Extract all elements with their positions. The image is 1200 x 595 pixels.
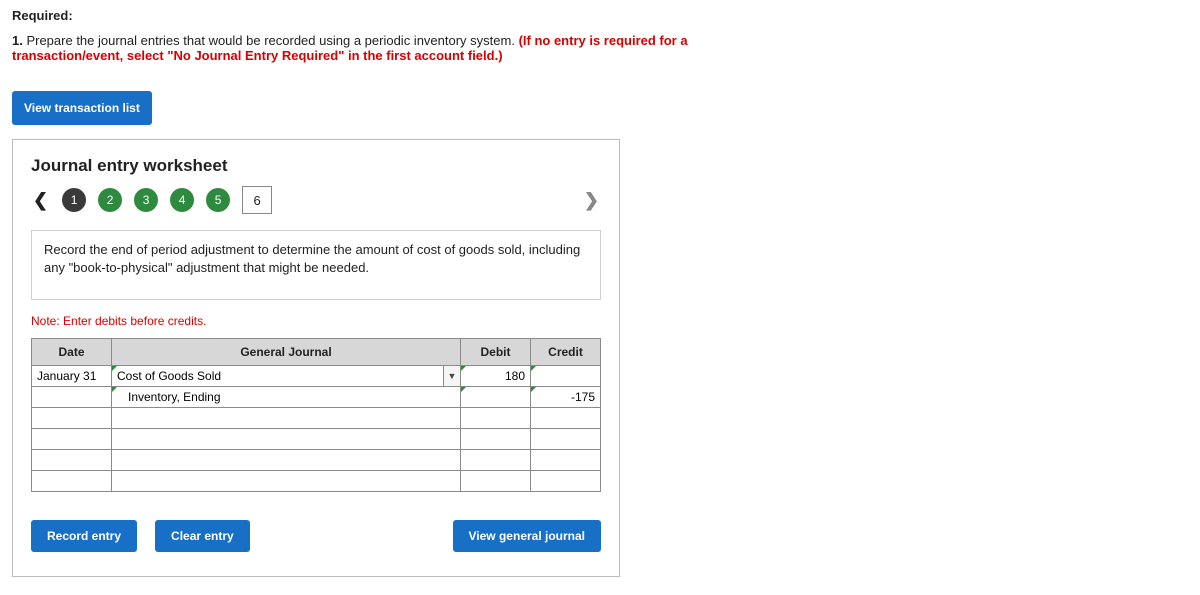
account-input[interactable] <box>112 408 460 428</box>
record-entry-button[interactable]: Record entry <box>31 520 137 552</box>
worksheet-title: Journal entry worksheet <box>31 156 601 176</box>
journal-entry-table: Date General Journal Debit Credit ▼ <box>31 338 601 492</box>
step-1[interactable]: 1 <box>62 188 86 212</box>
credit-input[interactable] <box>531 429 600 449</box>
date-input[interactable] <box>32 387 111 407</box>
question-number: 1. <box>12 33 23 48</box>
account-input[interactable] <box>112 429 460 449</box>
view-transaction-list-button[interactable]: View transaction list <box>12 91 152 125</box>
instruction-box: Record the end of period adjustment to d… <box>31 230 601 300</box>
step-5[interactable]: 5 <box>206 188 230 212</box>
table-row <box>32 429 601 450</box>
date-input[interactable] <box>32 429 111 449</box>
table-row <box>32 450 601 471</box>
date-input[interactable] <box>32 471 111 491</box>
credit-input[interactable] <box>531 450 600 470</box>
debit-input[interactable] <box>461 366 530 386</box>
note-text: Note: Enter debits before credits. <box>31 314 601 328</box>
step-2[interactable]: 2 <box>98 188 122 212</box>
step-3[interactable]: 3 <box>134 188 158 212</box>
table-row <box>32 471 601 492</box>
next-arrow-icon[interactable]: ❯ <box>582 190 601 211</box>
col-credit: Credit <box>531 339 601 366</box>
col-debit: Debit <box>461 339 531 366</box>
dropdown-icon[interactable]: ▼ <box>443 366 460 386</box>
date-input[interactable] <box>32 408 111 428</box>
credit-input[interactable] <box>531 471 600 491</box>
worksheet-box: Journal entry worksheet ❮ 1 2 3 4 5 6 ❯ … <box>12 139 620 577</box>
step-4[interactable]: 4 <box>170 188 194 212</box>
debit-input[interactable] <box>461 408 530 428</box>
prev-arrow-icon[interactable]: ❮ <box>31 190 50 211</box>
view-general-journal-button[interactable]: View general journal <box>453 520 601 552</box>
date-input[interactable] <box>32 366 111 386</box>
step-6[interactable]: 6 <box>242 186 272 214</box>
question-text-a: Prepare the journal entries that would b… <box>23 33 519 48</box>
table-row: ▼ <box>32 366 601 387</box>
col-journal: General Journal <box>112 339 461 366</box>
bottom-button-row: Record entry Clear entry View general jo… <box>31 520 601 552</box>
date-input[interactable] <box>32 450 111 470</box>
debit-input[interactable] <box>461 387 530 407</box>
debit-input[interactable] <box>461 429 530 449</box>
required-label: Required: <box>12 8 1188 23</box>
col-date: Date <box>32 339 112 366</box>
clear-entry-button[interactable]: Clear entry <box>155 520 250 552</box>
account-input[interactable] <box>112 387 460 407</box>
account-input[interactable] <box>112 471 460 491</box>
credit-input[interactable] <box>531 366 600 386</box>
account-input[interactable] <box>112 450 460 470</box>
credit-input[interactable] <box>531 387 600 407</box>
credit-input[interactable] <box>531 408 600 428</box>
debit-input[interactable] <box>461 471 530 491</box>
question-row: 1. Prepare the journal entries that woul… <box>12 33 792 63</box>
account-input[interactable] <box>112 366 443 386</box>
step-nav: ❮ 1 2 3 4 5 6 ❯ <box>31 186 601 214</box>
debit-input[interactable] <box>461 450 530 470</box>
table-row <box>32 408 601 429</box>
table-row <box>32 387 601 408</box>
